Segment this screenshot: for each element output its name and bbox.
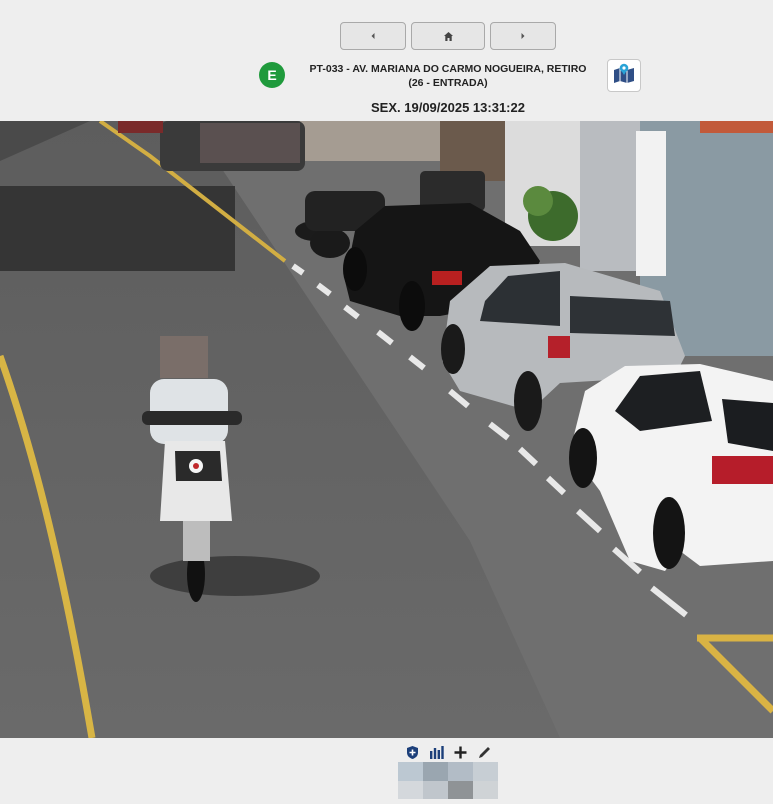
chevron-left-icon [369, 32, 377, 40]
direction-badge: E [259, 62, 285, 88]
capture-datetime: SEX. 19/09/2025 13:31:22 [371, 100, 525, 115]
footer [0, 738, 773, 804]
location-line-1: PT-033 - AV. MARIANA DO CARMO NOGUEIRA, … [309, 63, 587, 75]
toolbar [404, 744, 492, 760]
plus-icon[interactable] [452, 744, 468, 760]
previous-button[interactable] [340, 22, 406, 50]
camera-image [0, 121, 773, 738]
pencil-icon[interactable] [476, 744, 492, 760]
home-button[interactable] [411, 22, 485, 50]
map-button[interactable] [607, 59, 641, 92]
camera-viewer-page: E PT-033 - AV. MARIANA DO CARMO NOGUEIRA… [0, 0, 773, 804]
bar-chart-icon[interactable] [428, 744, 444, 760]
map-icon [613, 63, 635, 88]
home-icon [443, 31, 454, 42]
shield-plus-icon[interactable] [404, 744, 420, 760]
plate-crop [398, 762, 498, 799]
next-button[interactable] [490, 22, 556, 50]
location-line-2: (26 - ENTRADA) [408, 77, 488, 89]
camera-location: PT-033 - AV. MARIANA DO CARMO NOGUEIRA, … [298, 62, 598, 90]
header: E PT-033 - AV. MARIANA DO CARMO NOGUEIRA… [0, 0, 773, 121]
chevron-right-icon [519, 32, 527, 40]
